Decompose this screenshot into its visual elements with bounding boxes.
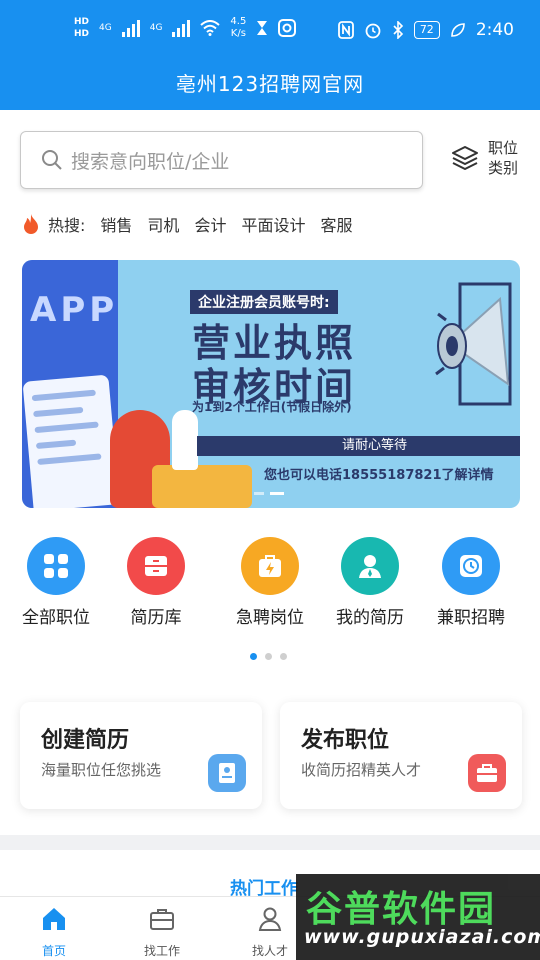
job-category-label: 职位 类别 (488, 138, 520, 178)
post-job-subtitle: 收简历招精英人才 (301, 761, 422, 779)
status-bar: HD HD 4G 4G 4.5 K/s 72 2:40 (0, 0, 540, 64)
section-divider (0, 835, 540, 850)
wifi-icon (200, 20, 221, 36)
search-icon (42, 150, 62, 170)
person-illustration (172, 410, 198, 470)
speed-unit: K/s (230, 28, 246, 39)
hd-indicator: HD HD (74, 16, 89, 40)
status-left: HD HD 4G 4G 4.5 K/s (74, 16, 297, 40)
network-type-1: 4G (99, 23, 112, 33)
leaf-icon (451, 23, 465, 37)
tab-find-jobs[interactable]: 找工作 (108, 905, 216, 959)
layers-icon (452, 146, 478, 170)
signal-icon (121, 19, 140, 37)
search-placeholder: 搜索意向职位/企业 (71, 150, 230, 173)
hot-tag-graphic-design[interactable]: 平面设计 (241, 212, 305, 236)
battery-indicator: 72 (413, 21, 440, 39)
drawer-icon (127, 537, 185, 595)
bluetooth-icon (393, 21, 403, 39)
promo-banner[interactable]: APP 企业注册会员账号时: 营业执照 审核时间 为1到2个工作日(节假日除外)… (22, 260, 520, 508)
watermark-logo: 谷普软件园 www.gupuxiazai.com (296, 874, 540, 960)
watermark-url: www.gupuxiazai.com (304, 926, 540, 948)
banner-subline: 为1到2个工作日(节假日除外) (192, 400, 352, 414)
search-box[interactable]: 搜索意向职位/企业 (20, 131, 423, 189)
job-category-button[interactable]: 职位 类别 (450, 138, 520, 178)
menu-all-jobs[interactable]: 全部职位 (6, 533, 106, 628)
banner-app-text: APP (30, 290, 119, 330)
category-line-1: 职位 (488, 139, 519, 157)
coins-illustration (152, 465, 252, 508)
create-resume-title: 创建简历 (41, 728, 130, 753)
network-speed: 4.5 K/s (230, 16, 246, 40)
clock-time: 2:40 (475, 20, 514, 40)
tab-find-jobs-label: 找工作 (143, 944, 180, 958)
menu-part-time[interactable]: 兼职招聘 (421, 533, 521, 628)
status-right: 72 2:40 (337, 20, 514, 40)
tab-home[interactable]: 首页 (0, 905, 108, 959)
hourglass-icon (257, 21, 268, 35)
hot-tag-driver[interactable]: 司机 (147, 212, 179, 236)
hot-tag-accountant[interactable]: 会计 (194, 212, 226, 236)
main-content: 搜索意向职位/企业 职位 类别 热搜: 销售 司机 会计 平面设计 客服 APP… (0, 110, 540, 835)
hd-label-1: HD (74, 17, 90, 27)
banner-contact: 您也可以电话18555187821了解详情 (264, 468, 494, 483)
person-icon (341, 537, 399, 595)
post-job-card[interactable]: 发布职位 收简历招精英人才 (280, 702, 522, 809)
watermark-cn: 谷普软件园 (306, 889, 497, 930)
banner-headline-small: 企业注册会员账号时: (190, 290, 338, 314)
speed-value: 4.5 (230, 16, 247, 27)
people-icon (258, 907, 282, 931)
fire-icon (24, 214, 38, 234)
menu-urgent-jobs[interactable]: 急聘岗位 (220, 533, 320, 628)
phone-illustration (22, 374, 120, 508)
menu-label-resume-library: 简历库 (130, 608, 182, 628)
post-job-title: 发布职位 (301, 728, 390, 753)
hot-tag-customer-service[interactable]: 客服 (320, 212, 352, 236)
menu-label-part-time: 兼职招聘 (437, 608, 505, 628)
resume-icon (208, 754, 246, 792)
menu-label-all-jobs: 全部职位 (22, 608, 90, 628)
alarm-icon (365, 23, 381, 39)
top-bar: HD HD 4G 4G 4.5 K/s 72 2:40 亳州123招聘网官网 (0, 0, 540, 110)
banner-indicator (254, 492, 284, 495)
menu-my-resume[interactable]: 我的简历 (320, 533, 420, 628)
create-resume-card[interactable]: 创建简历 海量职位任您挑选 (20, 702, 262, 809)
grid-icon (27, 537, 85, 595)
banner-strip: 请耐心等待 (197, 436, 520, 456)
menu-label-urgent-jobs: 急聘岗位 (236, 608, 304, 628)
tab-home-label: 首页 (41, 944, 66, 958)
hot-tag-sales[interactable]: 销售 (100, 212, 132, 236)
create-resume-subtitle: 海量职位任您挑选 (41, 761, 162, 779)
hot-search: 热搜: 销售 司机 会计 平面设计 客服 (22, 212, 352, 236)
megaphone-icon (435, 282, 512, 406)
menu-page-indicator (250, 653, 287, 660)
category-line-2: 类别 (488, 159, 519, 177)
clock-icon (442, 537, 500, 595)
briefcase-tab-icon (150, 909, 174, 930)
menu-label-my-resume: 我的简历 (336, 608, 404, 628)
menu-resume-library[interactable]: 简历库 (106, 533, 206, 628)
network-type-2: 4G (149, 23, 163, 33)
signal-icon-2 (172, 19, 191, 37)
banner-app-panel: APP (22, 260, 120, 508)
lightning-bag-icon (241, 537, 299, 595)
nfc-icon (337, 21, 354, 39)
hot-search-label: 热搜: (48, 216, 86, 235)
briefcase-icon (468, 754, 506, 792)
quick-menu: 全部职位 简历库 急聘岗位 我的简历 兼职招聘 (0, 533, 540, 633)
notification-app-icon (278, 19, 297, 37)
app-title: 亳州123招聘网官网 (175, 72, 365, 96)
hd-label-2: HD (74, 29, 90, 39)
home-icon (43, 908, 65, 930)
